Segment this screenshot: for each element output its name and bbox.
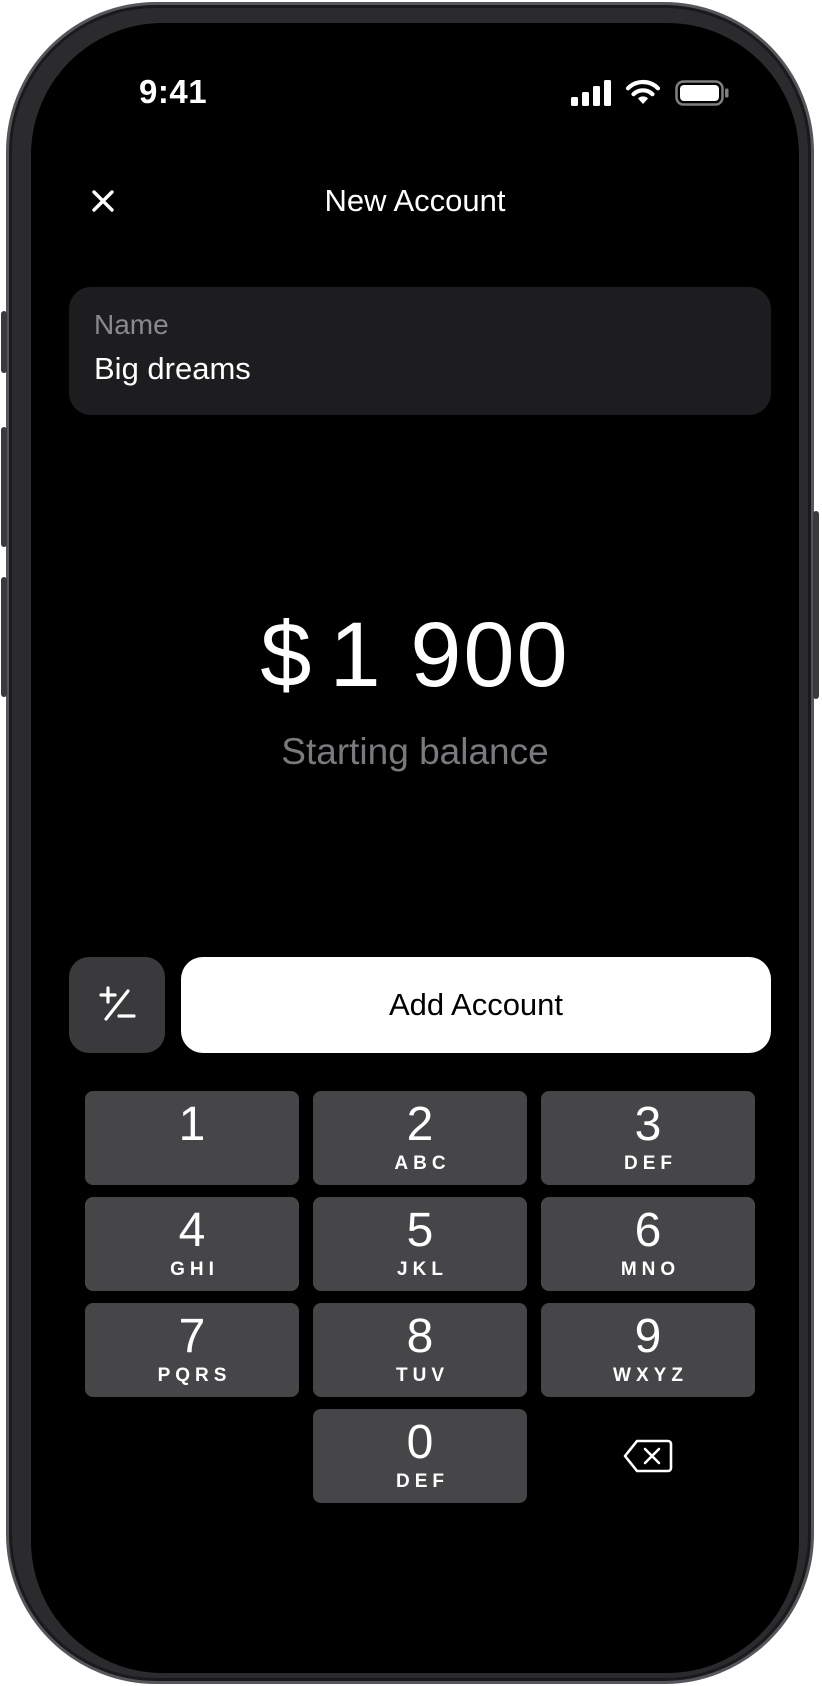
key-9[interactable]: 9 WXYZ — [541, 1303, 755, 1397]
sign-toggle-button[interactable] — [69, 957, 165, 1053]
key-letters: DEF — [396, 1471, 449, 1492]
key-letters: JKL — [397, 1259, 448, 1280]
key-digit: 0 — [406, 1416, 434, 1469]
key-7[interactable]: 7 PQRS — [85, 1303, 299, 1397]
screen: 9:41 New Account Name Big dreams $ 1 900… — [31, 23, 799, 1673]
delete-key[interactable] — [541, 1409, 755, 1503]
key-digit: 2 — [406, 1098, 434, 1151]
wifi-icon — [625, 79, 661, 104]
key-6[interactable]: 6 MNO — [541, 1197, 755, 1291]
cellular-signal-icon — [571, 79, 611, 106]
key-letters: GHI — [170, 1259, 219, 1280]
key-letters: TUV — [396, 1365, 449, 1386]
key-digit: 3 — [634, 1098, 662, 1151]
name-field-value[interactable]: Big dreams — [94, 351, 746, 387]
key-8[interactable]: 8 TUV — [313, 1303, 527, 1397]
key-blank — [85, 1409, 299, 1503]
key-3[interactable]: 3 DEF — [541, 1091, 755, 1185]
key-letters: ABC — [394, 1153, 451, 1174]
key-letters: DEF — [624, 1153, 677, 1174]
key-digit: 9 — [634, 1310, 662, 1363]
key-4[interactable]: 4 GHI — [85, 1197, 299, 1291]
volume-up-button — [1, 427, 7, 547]
numeric-keypad: 1 2 ABC 3 DEF 4 GHI 5 JKL 6 MNO 7 PQRS 8… — [85, 1091, 755, 1503]
battery-icon — [675, 79, 729, 106]
key-letters: PQRS — [157, 1365, 232, 1386]
key-1[interactable]: 1 — [85, 1091, 299, 1185]
key-digit: 4 — [178, 1204, 206, 1257]
backspace-icon — [623, 1439, 673, 1473]
key-2[interactable]: 2 ABC — [313, 1091, 527, 1185]
key-digit: 1 — [178, 1098, 206, 1151]
volume-down-button — [1, 577, 7, 697]
balance-caption: Starting balance — [281, 731, 549, 772]
currency-symbol: $ — [260, 604, 314, 706]
key-0[interactable]: 0 DEF — [313, 1409, 527, 1503]
key-digit: 7 — [178, 1310, 206, 1363]
balance-value: 1 900 — [329, 604, 570, 706]
phone-frame: 9:41 New Account Name Big dreams $ 1 900… — [1, 2, 819, 1684]
action-button — [1, 311, 7, 373]
name-field-label: Name — [94, 309, 169, 340]
add-account-button[interactable]: Add Account — [181, 957, 771, 1053]
page-title: New Account — [324, 183, 506, 218]
balance-amount: $1 900 — [31, 603, 799, 708]
key-letters: WXYZ — [613, 1365, 688, 1386]
key-letters: MNO — [620, 1259, 681, 1280]
key-digit: 6 — [634, 1204, 662, 1257]
plus-minus-icon — [99, 986, 136, 1021]
status-time: 9:41 — [139, 73, 208, 110]
key-digit: 8 — [406, 1310, 434, 1363]
key-5[interactable]: 5 JKL — [313, 1197, 527, 1291]
key-digit: 5 — [406, 1204, 434, 1257]
side-button — [813, 511, 819, 699]
status-icons — [571, 79, 729, 106]
name-field[interactable]: Name Big dreams — [69, 287, 771, 415]
